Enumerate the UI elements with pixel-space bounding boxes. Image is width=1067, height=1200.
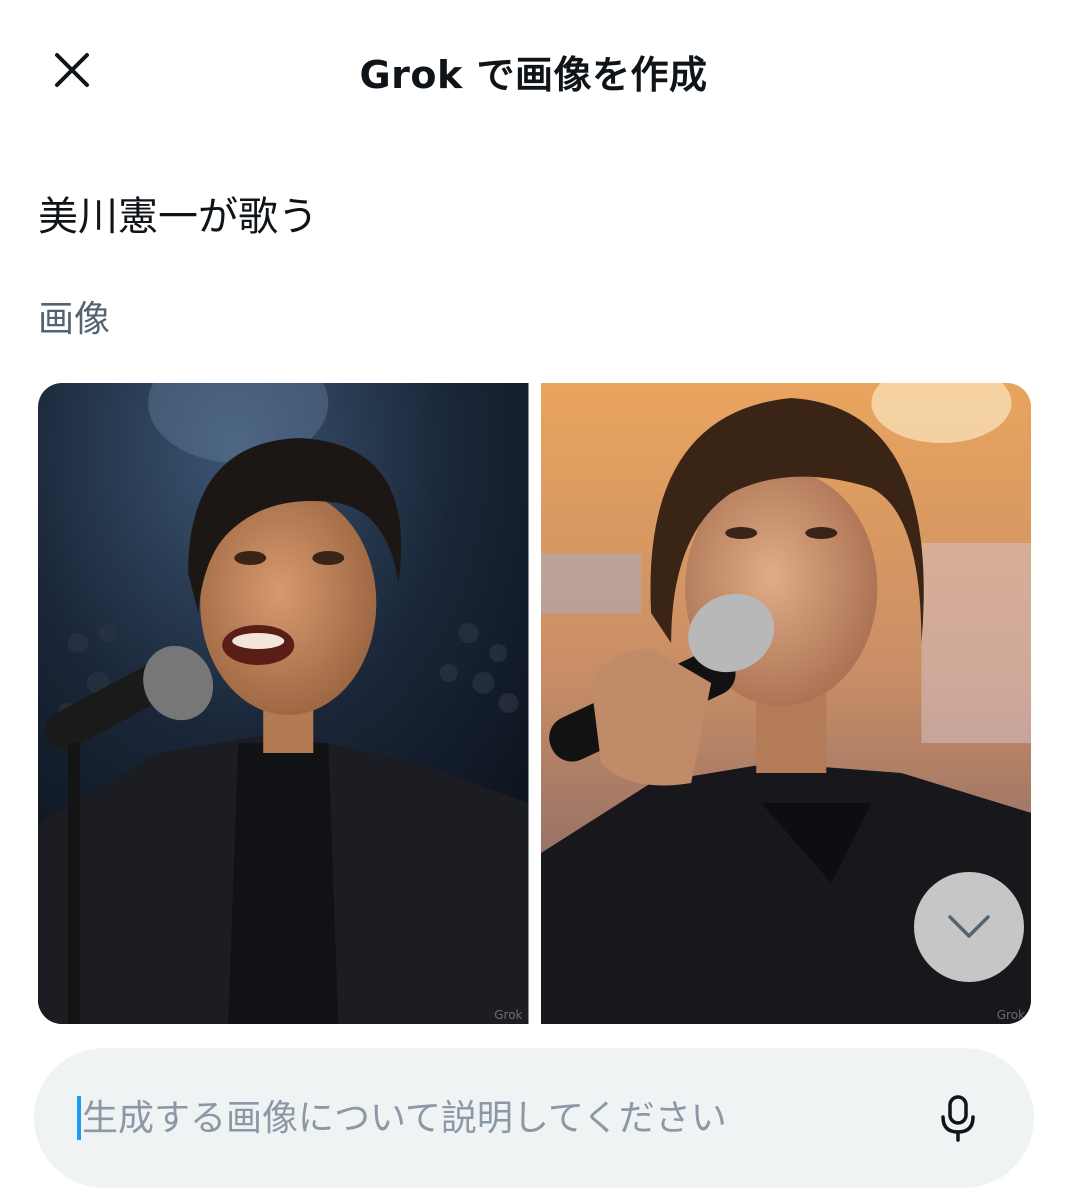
composer (34, 1048, 1034, 1188)
microphone-button[interactable] (930, 1090, 986, 1146)
images-section-label: 画像 (38, 299, 111, 340)
watermark: Grok (494, 1008, 523, 1022)
scroll-down-button[interactable] (914, 872, 1024, 982)
top-bar: Grok で画像を作成 (0, 0, 1067, 140)
generated-images-grid: Grok Grok (38, 383, 1031, 1024)
singer-image (38, 383, 529, 1024)
chevron-down-icon (948, 915, 990, 938)
image-prompt-input[interactable] (82, 1090, 902, 1146)
prompt-text: 美川憲一が歌う (38, 194, 318, 240)
watermark: Grok (996, 1008, 1025, 1022)
generated-image-1[interactable]: Grok (38, 383, 529, 1024)
text-cursor (77, 1096, 81, 1140)
microphone-icon (941, 1095, 975, 1142)
page-title: Grok で画像を作成 (359, 53, 708, 97)
